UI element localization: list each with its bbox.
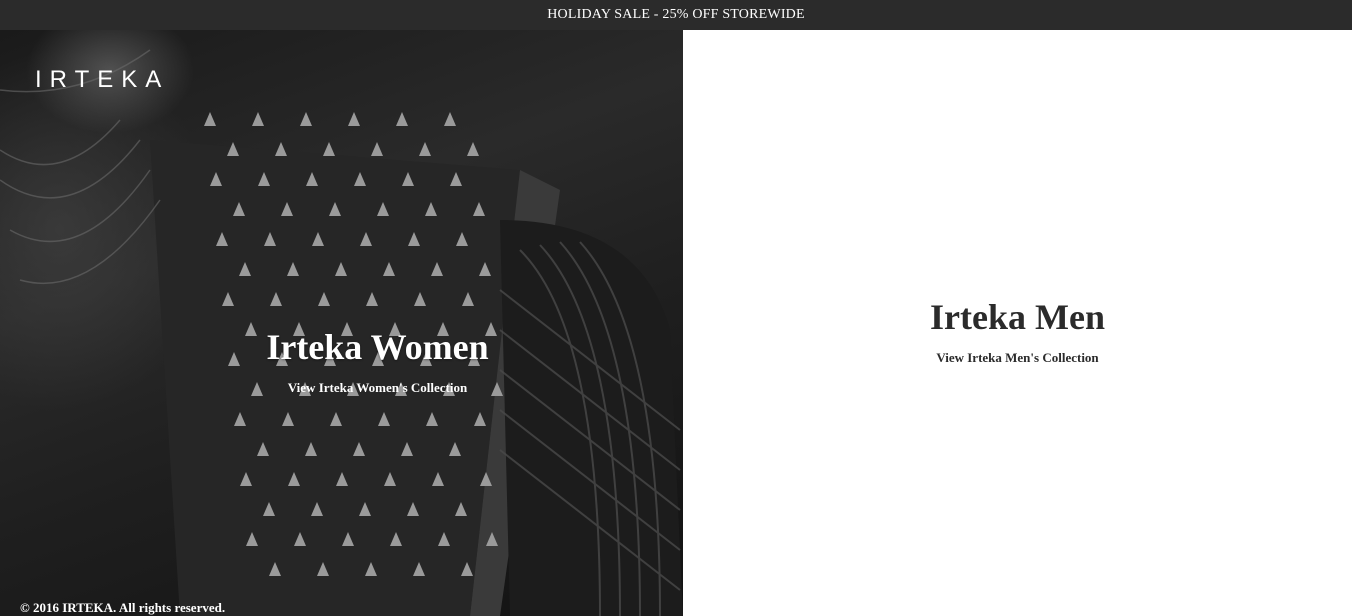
women-collection-title[interactable]: Irteka Women [0, 326, 683, 368]
stud-decoration [419, 142, 431, 156]
brand-logo[interactable]: IRTEKA [35, 66, 169, 94]
stud-decoration [300, 112, 312, 126]
stud-decoration [275, 142, 287, 156]
stud-decoration [323, 142, 335, 156]
stud-decoration [396, 112, 408, 126]
view-men-collection-link[interactable]: View Irteka Men's Collection [683, 350, 1352, 366]
stud-decoration [204, 112, 216, 126]
men-collection-title[interactable]: Irteka Men [683, 296, 1352, 338]
women-collection-panel[interactable]: IRTEKA Irteka Women View Irteka Women's … [0, 30, 683, 616]
women-hero-image [0, 49, 683, 616]
promo-banner[interactable]: HOLIDAY SALE - 25% OFF STOREWIDE [0, 0, 1352, 30]
stud-decoration [252, 112, 264, 126]
copyright-text: © 2016 IRTEKA. All rights reserved. [20, 600, 226, 615]
stud-decoration [371, 142, 383, 156]
stud-decoration [467, 142, 479, 156]
men-collection-panel[interactable]: Irteka Men View Irteka Men's Collection [683, 30, 1352, 616]
view-women-collection-link[interactable]: View Irteka Women's Collection [0, 380, 683, 396]
stud-decoration [444, 112, 456, 126]
stud-decoration [348, 112, 360, 126]
promo-text: HOLIDAY SALE - 25% OFF STOREWIDE [547, 7, 805, 22]
